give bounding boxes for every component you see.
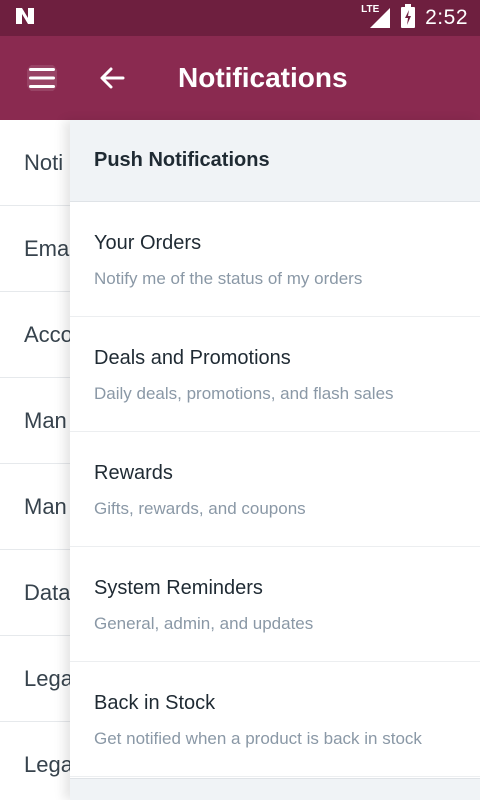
option-title: Deals and Promotions — [94, 347, 291, 369]
network-type-label: LTE — [361, 4, 380, 15]
battery-charging-icon — [401, 3, 416, 33]
status-right: LTE 2:52 — [361, 3, 468, 33]
option-description: Daily deals, promotions, and flash sales — [94, 384, 394, 403]
page-title: Notifications — [178, 62, 348, 93]
option-title: Your Orders — [94, 232, 202, 254]
notification-option-system-reminders[interactable]: System Reminders General, admin, and upd… — [70, 547, 480, 662]
option-description: Notify me of the status of my orders — [94, 269, 363, 288]
notification-option-rewards[interactable]: Rewards Gifts, rewards, and coupons — [70, 432, 480, 547]
signal-icon: LTE — [361, 4, 391, 30]
notification-option-back-in-stock[interactable]: Back in Stock Get notified when a produc… — [70, 662, 480, 777]
panel-footer — [70, 778, 480, 800]
option-title: Back in Stock — [94, 692, 216, 714]
notification-option-your-orders[interactable]: Your Orders Notify me of the status of m… — [70, 202, 480, 317]
status-time: 2:52 — [425, 6, 468, 29]
option-description: Gifts, rewards, and coupons — [94, 499, 306, 518]
option-title: System Reminders — [94, 577, 263, 599]
notifications-panel: Push Notifications Your Orders Notify me… — [70, 120, 480, 800]
option-description: Get notified when a product is back in s… — [94, 729, 422, 748]
status-left — [14, 6, 36, 31]
option-description: General, admin, and updates — [94, 614, 314, 633]
hamburger-menu-icon[interactable] — [22, 58, 62, 98]
app-bar: Notifications — [0, 36, 480, 120]
back-arrow-icon[interactable] — [92, 58, 132, 98]
section-header: Push Notifications — [70, 120, 480, 202]
n-logo-icon — [14, 6, 36, 31]
status-bar: LTE 2:52 — [0, 0, 480, 36]
notification-option-deals[interactable]: Deals and Promotions Daily deals, promot… — [70, 317, 480, 432]
option-title: Rewards — [94, 462, 173, 484]
